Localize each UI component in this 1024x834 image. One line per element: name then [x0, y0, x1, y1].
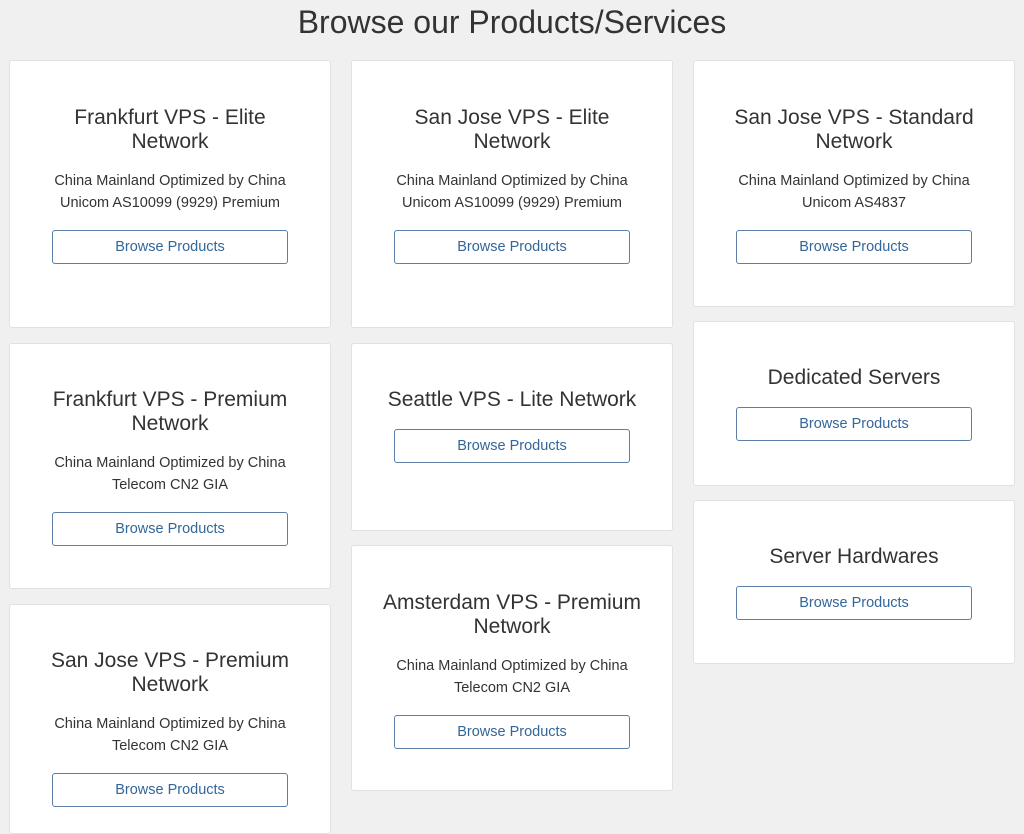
product-group-title: Frankfurt VPS - Elite Network — [74, 106, 266, 153]
product-group-title: Server Hardwares — [769, 545, 939, 568]
browse-products-button[interactable]: Browse Products — [394, 429, 630, 463]
product-group-card: Server Hardwares Browse Products — [693, 500, 1015, 664]
product-group-description: China Mainland Optimized by China Unicom… — [54, 173, 286, 211]
browse-products-button[interactable]: Browse Products — [736, 586, 972, 620]
product-group-card: Seattle VPS - Lite Network Browse Produc… — [351, 343, 673, 531]
product-group-card: Frankfurt VPS - Elite Network China Main… — [9, 60, 331, 328]
product-group-title: Amsterdam VPS - Premium Network — [383, 591, 641, 638]
product-group-card: San Jose VPS - Standard Network China Ma… — [693, 60, 1015, 307]
product-group-card: San Jose VPS - Elite Network China Mainl… — [351, 60, 673, 328]
product-group-description: China Mainland Optimized by China Teleco… — [54, 716, 286, 754]
browse-products-button[interactable]: Browse Products — [394, 715, 630, 749]
browse-products-button[interactable]: Browse Products — [394, 230, 630, 264]
product-group-card: Frankfurt VPS - Premium Network China Ma… — [9, 343, 331, 589]
product-group-card: San Jose VPS - Premium Network China Mai… — [9, 604, 331, 834]
product-group-card: Amsterdam VPS - Premium Network China Ma… — [351, 545, 673, 791]
browse-products-button[interactable]: Browse Products — [736, 407, 972, 441]
page-title: Browse our Products/Services — [297, 4, 727, 40]
product-group-title: San Jose VPS - Elite Network — [414, 106, 610, 153]
product-group-title: Seattle VPS - Lite Network — [387, 388, 637, 411]
product-group-title: Frankfurt VPS - Premium Network — [52, 388, 288, 435]
product-group-title: Dedicated Servers — [767, 366, 941, 389]
product-group-description: China Mainland Optimized by China Teleco… — [396, 658, 628, 696]
product-group-description: China Mainland Optimized by China Unicom… — [396, 173, 628, 211]
product-group-description: China Mainland Optimized by China Unicom… — [738, 173, 970, 211]
browse-products-button[interactable]: Browse Products — [736, 230, 972, 264]
product-group-description: China Mainland Optimized by China Teleco… — [54, 455, 286, 493]
browse-products-button[interactable]: Browse Products — [52, 773, 288, 807]
product-group-title: San Jose VPS - Standard Network — [734, 106, 974, 153]
product-group-card: Dedicated Servers Browse Products — [693, 321, 1015, 486]
browse-products-button[interactable]: Browse Products — [52, 230, 288, 264]
product-group-title: San Jose VPS - Premium Network — [50, 649, 290, 696]
browse-products-button[interactable]: Browse Products — [52, 512, 288, 546]
